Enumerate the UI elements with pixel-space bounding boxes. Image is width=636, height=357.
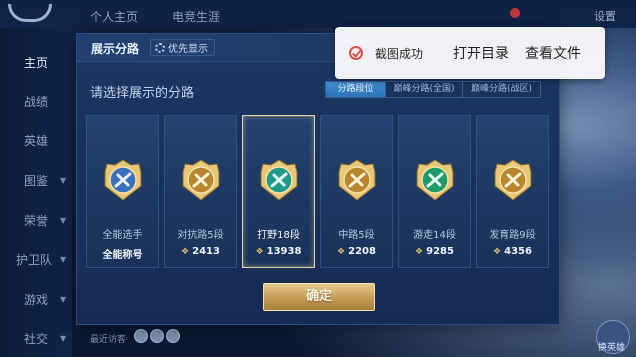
priority-display-label: 优先显示 bbox=[168, 44, 208, 55]
swap-hero-label: 换英雄 bbox=[598, 343, 626, 353]
all-round-badge-icon bbox=[101, 158, 145, 202]
sidebar-item-record[interactable]: 战绩 bbox=[24, 93, 48, 110]
rank-points-icon: ❖ bbox=[493, 247, 502, 257]
lane-card[interactable]: 发育路9段 ❖ 4356 bbox=[476, 115, 549, 268]
recent-visitors-label: 最近访客 bbox=[90, 335, 127, 345]
lane-card-value-text: 4356 bbox=[504, 246, 532, 257]
lane-card-value: ❖ 13938 bbox=[243, 246, 314, 257]
tab-esports-career[interactable]: 电竞生涯 bbox=[172, 8, 220, 25]
sidebar-item-heroes[interactable]: 英雄 bbox=[24, 132, 48, 149]
tab-personal-home[interactable]: 个人主页 bbox=[90, 8, 138, 25]
lane-card-value: ❖ 2413 bbox=[165, 246, 236, 257]
sidebar-item-home[interactable]: 主页 bbox=[24, 54, 48, 71]
lane-card-value-text: 2208 bbox=[348, 246, 376, 257]
lane-card-name: 全能选手 bbox=[102, 230, 143, 241]
avatar[interactable] bbox=[150, 329, 164, 343]
chevron-down-icon: ▼ bbox=[60, 176, 67, 185]
confirm-button[interactable]: 确定 bbox=[263, 283, 375, 311]
clash-lane-badge-icon bbox=[179, 158, 223, 202]
lane-card-name: 发育路9段 bbox=[489, 230, 536, 241]
dialog-subtitle: 请选择展示的分路 bbox=[90, 86, 195, 101]
lane-card-value: ❖ 9285 bbox=[399, 246, 470, 257]
lane-card-value-text: 2413 bbox=[192, 246, 220, 257]
segment-lane-rank[interactable]: 分路段位 bbox=[326, 82, 386, 97]
lane-card[interactable]: 中路5段 ❖ 2208 bbox=[320, 115, 393, 268]
screenshot-toast: 截图成功 打开目录 查看文件 bbox=[335, 27, 605, 79]
farm-lane-badge-icon bbox=[491, 158, 535, 202]
lane-card-value-text: 全能称号 bbox=[102, 250, 143, 261]
jungle-badge-icon bbox=[257, 158, 301, 202]
priority-display-button[interactable]: 优先显示 bbox=[150, 39, 215, 56]
lane-card-name: 对抗路5段 bbox=[177, 230, 224, 241]
settings-button[interactable]: 设置 bbox=[594, 8, 616, 24]
check-circle-icon bbox=[349, 46, 363, 60]
sidebar-item-social[interactable]: 社交 bbox=[24, 330, 48, 347]
chevron-down-icon: ▼ bbox=[60, 255, 67, 264]
view-file-button[interactable]: 查看文件 bbox=[525, 43, 581, 63]
top-nav: 个人主页 电竞生涯 设置 bbox=[0, 0, 636, 28]
sidebar-item-atlas[interactable]: 图鉴 bbox=[24, 172, 48, 189]
lane-card-value: 全能称号 bbox=[87, 246, 158, 261]
rank-points-icon: ❖ bbox=[337, 247, 346, 257]
lane-card-name: 打野18段 bbox=[257, 230, 300, 241]
segment-peak-national[interactable]: 巅峰分路(全国) bbox=[386, 82, 463, 97]
rank-points-icon: ❖ bbox=[255, 247, 264, 257]
notification-dot-icon[interactable] bbox=[510, 8, 520, 18]
sidebar-item-guard[interactable]: 护卫队 bbox=[16, 251, 52, 268]
chevron-down-icon: ▼ bbox=[60, 216, 67, 225]
gear-icon bbox=[155, 42, 165, 53]
chevron-down-icon: ▼ bbox=[60, 334, 67, 343]
sidebar-item-honor[interactable]: 荣誉 bbox=[24, 212, 48, 229]
rank-points-icon: ❖ bbox=[181, 247, 190, 257]
sidebar-item-game[interactable]: 游戏 bbox=[24, 291, 48, 308]
lane-card-name: 中路5段 bbox=[338, 230, 375, 241]
lane-card-value: ❖ 2208 bbox=[321, 246, 392, 257]
lane-card[interactable]: 全能选手 全能称号 bbox=[86, 115, 159, 268]
lane-card-value: ❖ 4356 bbox=[477, 246, 548, 257]
lane-type-segmented-control: 分路段位 巅峰分路(全国) 巅峰分路(战区) bbox=[325, 81, 541, 98]
rank-points-icon: ❖ bbox=[415, 247, 424, 257]
chevron-down-icon: ▼ bbox=[60, 295, 67, 304]
avatar[interactable] bbox=[166, 329, 180, 343]
lane-card-value-text: 13938 bbox=[266, 246, 302, 257]
roam-badge-icon bbox=[413, 158, 457, 202]
avatar[interactable] bbox=[134, 329, 148, 343]
segment-peak-region[interactable]: 巅峰分路(战区) bbox=[463, 82, 540, 97]
open-directory-button[interactable]: 打开目录 bbox=[453, 43, 509, 63]
lane-card[interactable]: 游走14段 ❖ 9285 bbox=[398, 115, 471, 268]
dialog-title: 展示分路 bbox=[91, 42, 140, 56]
back-logo-icon[interactable] bbox=[8, 4, 52, 22]
toast-message: 截图成功 bbox=[375, 47, 424, 61]
lane-card[interactable]: 打野18段 ❖ 13938 bbox=[242, 115, 315, 268]
lane-card[interactable]: 对抗路5段 ❖ 2413 bbox=[164, 115, 237, 268]
lane-card-name: 游走14段 bbox=[413, 230, 456, 241]
mid-lane-badge-icon bbox=[335, 158, 379, 202]
lane-card-value-text: 9285 bbox=[426, 246, 454, 257]
